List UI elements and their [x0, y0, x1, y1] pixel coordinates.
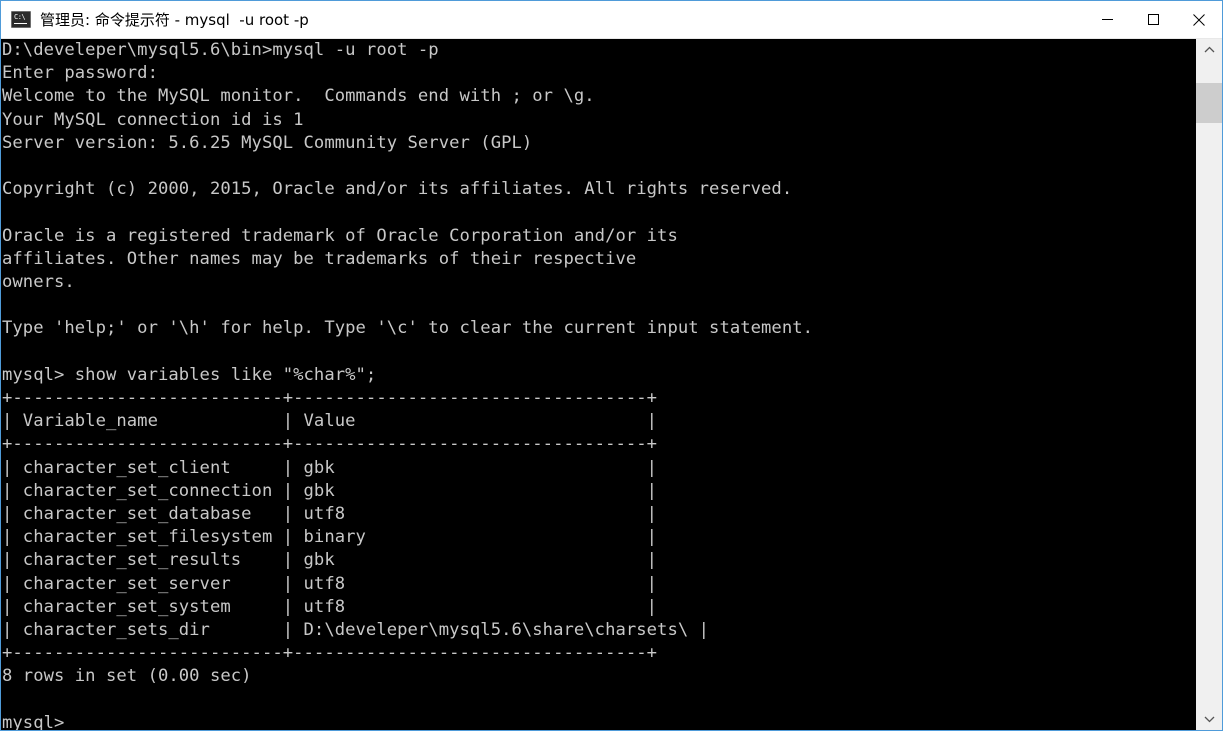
chevron-down-icon	[1204, 716, 1214, 723]
console-output[interactable]: D:\develeper\mysql5.6\bin>mysql -u root …	[1, 39, 1195, 730]
window-title: 管理员: 命令提示符 - mysql -u root -p	[40, 11, 309, 29]
scroll-down-button[interactable]	[1196, 708, 1222, 730]
scrollbar-thumb[interactable]	[1196, 83, 1222, 123]
maximize-button[interactable]	[1130, 1, 1176, 38]
maximize-icon	[1147, 14, 1159, 25]
minimize-button[interactable]	[1084, 1, 1130, 38]
window-controls	[1084, 1, 1222, 38]
scrollbar-track[interactable]	[1196, 61, 1222, 708]
chevron-up-icon	[1204, 46, 1214, 53]
close-button[interactable]	[1176, 1, 1222, 38]
cmd-icon[interactable]: C:\	[11, 11, 31, 28]
minimize-icon	[1101, 19, 1113, 20]
close-icon	[1193, 13, 1205, 26]
vertical-scrollbar[interactable]	[1195, 39, 1222, 730]
console-area[interactable]: D:\develeper\mysql5.6\bin>mysql -u root …	[1, 39, 1222, 730]
scroll-up-button[interactable]	[1196, 39, 1222, 61]
cmd-icon-text: C:\	[14, 13, 26, 21]
cmd-icon-underline	[14, 23, 27, 24]
title-bar[interactable]: C:\ 管理员: 命令提示符 - mysql -u root -p	[1, 1, 1222, 39]
console-window: C:\ 管理员: 命令提示符 - mysql -u root -p D:\dev…	[0, 0, 1223, 731]
